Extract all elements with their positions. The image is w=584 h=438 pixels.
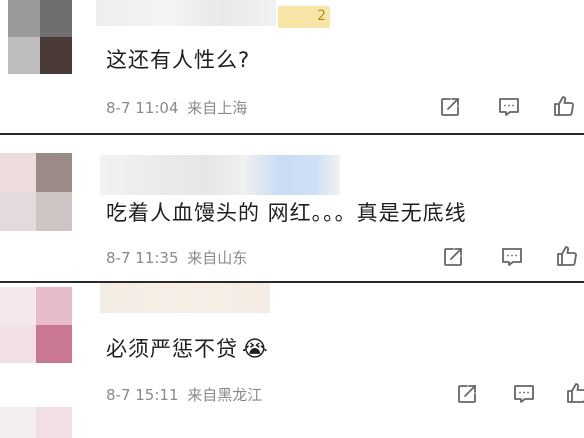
- comment-meta: 8-7 11:35 来自山东: [106, 247, 247, 268]
- avatar[interactable]: [0, 153, 72, 231]
- comment-text-content: 必须严惩不贷: [106, 337, 238, 361]
- like-icon[interactable]: [552, 94, 576, 118]
- comment-meta: 8-7 15:11 来自黑龙江: [106, 384, 262, 405]
- comment-location: 来自山东: [187, 249, 248, 267]
- user-badge: 2: [278, 6, 330, 28]
- comment-date: 8-7 11:35: [106, 249, 179, 267]
- comment-item: 2 这还有人性么? 8-7 11:04 来自上海: [0, 0, 584, 133]
- avatar[interactable]: [8, 0, 72, 74]
- comment-date: 8-7 11:04: [106, 99, 179, 117]
- comment-location: 来自黑龙江: [187, 386, 263, 404]
- like-icon[interactable]: [565, 381, 584, 405]
- comment-text: 吃着人血馒头的 网红。。。真是无底线: [106, 201, 467, 225]
- username[interactable]: [100, 283, 270, 313]
- avatar[interactable]: [0, 407, 72, 438]
- comment-location: 来自上海: [187, 99, 248, 117]
- comment-text: 必须严惩不贷 😭: [106, 333, 269, 363]
- username[interactable]: [100, 155, 340, 195]
- comment-item: 吃着人血馒头的 网红。。。真是无底线 8-7 11:35 来自山东: [0, 135, 584, 281]
- username[interactable]: [96, 0, 276, 26]
- comment-item: 必须严惩不贷 😭 8-7 15:11 来自黑龙江: [0, 283, 584, 438]
- share-icon[interactable]: [438, 95, 462, 119]
- crying-emoji-icon: 😭: [242, 337, 269, 362]
- share-icon[interactable]: [441, 245, 465, 269]
- comment-text: 这还有人性么?: [106, 48, 251, 72]
- comment-icon[interactable]: [512, 382, 536, 406]
- avatar[interactable]: [0, 287, 72, 363]
- comment-date: 8-7 15:11: [106, 386, 179, 404]
- share-icon[interactable]: [455, 382, 479, 406]
- like-icon[interactable]: [555, 244, 579, 268]
- comment-meta: 8-7 11:04 来自上海: [106, 97, 247, 118]
- comment-icon[interactable]: [500, 245, 524, 269]
- badge-number: 2: [317, 8, 326, 24]
- comment-icon[interactable]: [497, 95, 521, 119]
